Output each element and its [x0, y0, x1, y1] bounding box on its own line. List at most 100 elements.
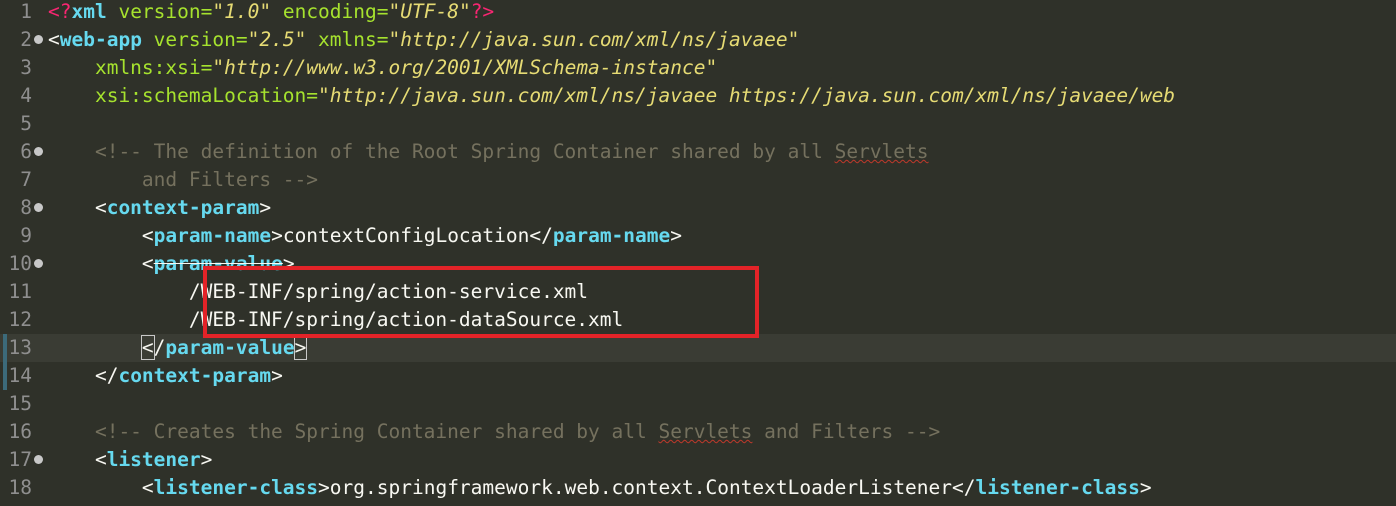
code-token-tag: listener	[106, 448, 201, 471]
code-token-attr: version=	[141, 28, 248, 51]
code-line[interactable]: 10 <param-value>	[0, 250, 1396, 278]
code-text[interactable]: xmlns:xsi="http://www.w3.org/2001/XMLSch…	[48, 54, 717, 82]
code-text[interactable]: </param-value>	[48, 334, 308, 362]
code-line[interactable]: 6 <!-- The definition of the Root Spring…	[0, 138, 1396, 166]
code-line[interactable]: 12 /WEB-INF/spring/action-dataSource.xml	[0, 306, 1396, 334]
code-token-attr: xmlns=	[306, 28, 389, 51]
code-line[interactable]: 1 <?xml version="1.0" encoding="UTF-8"?>	[0, 0, 1396, 26]
code-text[interactable]: <!-- Creates the Spring Container shared…	[48, 418, 940, 446]
code-token-tag: param-value	[153, 252, 283, 275]
code-line[interactable]: 2 <web-app version="2.5" xmlns="http://ja…	[0, 26, 1396, 54]
code-line[interactable]: 17 <listener>	[0, 446, 1396, 474]
code-line[interactable]: 11 /WEB-INF/spring/action-service.xml	[0, 278, 1396, 306]
code-token-tag: param-name	[153, 224, 272, 247]
code-token-bracket: </	[952, 476, 976, 499]
line-number-gutter: 16	[0, 418, 46, 446]
fold-toggle-icon[interactable]	[34, 147, 43, 156]
code-line[interactable]: 3 xmlns:xsi="http://www.w3.org/2001/XMLS…	[0, 54, 1396, 82]
line-number: 6	[20, 140, 32, 163]
code-token-bracket: <	[48, 252, 154, 275]
code-token-bracket: <	[140, 335, 155, 360]
line-number: 16	[8, 420, 32, 443]
fold-toggle-icon[interactable]	[34, 455, 43, 464]
code-text[interactable]: <?xml version="1.0" encoding="UTF-8"?>	[48, 0, 494, 26]
code-token-bracket: >	[200, 448, 213, 471]
code-token-comment: Servlets	[834, 140, 929, 163]
code-editor[interactable]: 1 <?xml version="1.0" encoding="UTF-8"?> 2…	[0, 0, 1396, 506]
code-text[interactable]: xsi:schemaLocation="http://java.sun.com/…	[48, 82, 1175, 110]
code-text[interactable]: <!-- The definition of the Root Spring C…	[48, 138, 929, 166]
code-token-tag: param-value	[165, 336, 295, 359]
line-number-gutter: 12	[0, 306, 46, 334]
line-number: 11	[8, 280, 32, 303]
code-text[interactable]: <param-value>	[48, 250, 295, 278]
line-number-gutter: 11	[0, 278, 46, 306]
line-number: 17	[8, 448, 32, 471]
code-text[interactable]: </context-param>	[48, 362, 283, 390]
code-token-val: "http://www.w3.org/2001/XMLSchema-instan…	[212, 56, 718, 79]
code-text[interactable]: <listener>	[48, 446, 212, 474]
code-token-text: /WEB-INF/spring/action-dataSource.xml	[48, 308, 624, 331]
code-text[interactable]: <web-app version="2.5" xmlns="http://jav…	[48, 26, 799, 54]
code-token-val: "1.0"	[212, 0, 272, 23]
line-number: 10	[8, 252, 32, 275]
code-token-attr: encoding=	[271, 0, 389, 23]
code-token-attr: xmlns:xsi=	[48, 56, 213, 79]
code-line[interactable]: 7 and Filters -->	[0, 166, 1396, 194]
fold-toggle-icon[interactable]	[34, 35, 43, 44]
line-number-gutter: 3	[0, 54, 46, 82]
code-token-val: "http://java.sun.com/xml/ns/javaee"	[388, 28, 800, 51]
line-number: 9	[20, 224, 32, 247]
line-number: 4	[20, 84, 32, 107]
code-line[interactable]: 18 <listener-class>org.springframework.w…	[0, 474, 1396, 502]
code-text[interactable]: <param-name>contextConfigLocation</param…	[48, 222, 682, 250]
code-token-tag: context-param	[106, 196, 260, 219]
code-line[interactable]: 8 <context-param>	[0, 194, 1396, 222]
code-line[interactable]: 5	[0, 110, 1396, 138]
code-token-bracket: >	[1139, 476, 1152, 499]
code-token-bracket: >	[271, 364, 283, 387]
code-token-val: "2.5"	[247, 28, 307, 51]
code-token-tag: web-app	[59, 28, 142, 51]
line-number-gutter: 4	[0, 82, 46, 110]
line-number: 18	[8, 476, 32, 499]
code-token-text: contextConfigLocation	[282, 224, 530, 247]
code-token-text: /WEB-INF/spring/action-service.xml	[48, 280, 589, 303]
code-token-bracket: >	[259, 196, 272, 219]
code-token-bracket: </	[529, 224, 553, 247]
code-token-bracket: >	[670, 224, 683, 247]
line-number: 8	[20, 196, 32, 219]
fold-toggle-icon[interactable]	[34, 203, 43, 212]
code-token-bracket: <	[48, 448, 107, 471]
code-token-tag: xml	[71, 0, 107, 23]
code-line[interactable]: 16 <!-- Creates the Spring Container sha…	[0, 418, 1396, 446]
code-token-bracket: <	[48, 224, 154, 247]
text-caret	[306, 337, 308, 360]
code-text[interactable]: /WEB-INF/spring/action-service.xml	[48, 278, 588, 306]
line-number-gutter: 1	[0, 0, 46, 26]
line-number: 12	[8, 308, 32, 331]
code-text[interactable]: <listener-class>org.springframework.web.…	[48, 474, 1152, 502]
code-token-pi: ?>	[470, 0, 495, 23]
code-line[interactable]: 9 <param-name>contextConfigLocation</par…	[0, 222, 1396, 250]
code-line[interactable]: 14 </context-param>	[0, 362, 1396, 390]
code-token-comment: <!-- Creates the Spring Container shared…	[48, 420, 659, 443]
line-number: 15	[8, 392, 32, 415]
code-text[interactable]: /WEB-INF/spring/action-dataSource.xml	[48, 306, 623, 334]
code-line[interactable]: 15	[0, 390, 1396, 418]
code-token-comment: and Filters -->	[752, 420, 941, 443]
code-token-pi: <?	[48, 0, 72, 23]
fold-toggle-icon[interactable]	[34, 259, 43, 268]
line-number-gutter: 14	[0, 362, 46, 390]
code-token-tag: listener-class	[153, 476, 319, 499]
line-number: 2	[20, 28, 32, 51]
code-token-bracket: <	[48, 476, 154, 499]
code-text[interactable]: <context-param>	[48, 194, 271, 222]
code-line[interactable]: 13 </param-value>	[0, 334, 1396, 362]
code-text[interactable]: and Filters -->	[48, 166, 318, 194]
code-token-bracket: <	[48, 28, 60, 51]
code-line[interactable]: 4 xsi:schemaLocation="http://java.sun.co…	[0, 82, 1396, 110]
code-token-bracket: >	[318, 476, 330, 499]
code-token-val: "UTF-8"	[388, 0, 471, 23]
